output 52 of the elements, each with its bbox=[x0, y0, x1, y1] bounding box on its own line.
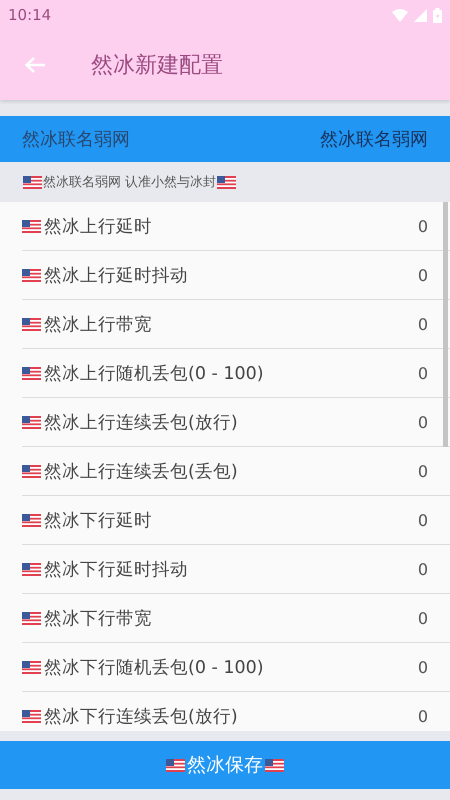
flag-icon bbox=[22, 562, 41, 576]
flag-icon bbox=[217, 176, 236, 188]
setting-label: 然冰上行连续丢包(丢包) bbox=[44, 461, 239, 483]
setting-label: 然冰上行延时抖动 bbox=[44, 265, 189, 287]
setting-row[interactable]: 然冰下行随机丢包(0 - 100) 0 bbox=[22, 643, 450, 692]
setting-row[interactable]: 然冰上行连续丢包(丢包) 0 bbox=[22, 447, 450, 496]
profile-value: 然冰联名弱网 bbox=[320, 128, 428, 151]
flag-icon bbox=[265, 758, 284, 772]
setting-label: 然冰下行延时 bbox=[44, 510, 153, 532]
setting-label: 然冰上行带宽 bbox=[44, 314, 153, 336]
setting-row[interactable]: 然冰下行延时抖动 0 bbox=[22, 545, 450, 594]
setting-value: 0 bbox=[418, 608, 428, 628]
flag-icon bbox=[23, 176, 42, 188]
setting-value: 0 bbox=[418, 266, 428, 284]
flag-icon bbox=[22, 710, 41, 722]
setting-value: 0 bbox=[418, 510, 428, 530]
flag-icon bbox=[22, 366, 41, 380]
setting-label: 然冰上行随机丢包(0 - 100) bbox=[44, 363, 265, 385]
flag-icon bbox=[22, 514, 41, 526]
setting-label: 然冰上行延时 bbox=[44, 216, 153, 238]
profile-bar[interactable]: 然冰联名弱网 然冰联名弱网 bbox=[0, 116, 450, 162]
flag-icon bbox=[22, 660, 41, 674]
battery-icon bbox=[433, 8, 442, 22]
flag-icon bbox=[22, 268, 41, 282]
setting-value: 0 bbox=[418, 560, 428, 578]
wifi-icon bbox=[392, 8, 408, 22]
setting-value: 0 bbox=[418, 462, 428, 480]
flag-icon bbox=[22, 612, 41, 624]
flag-icon bbox=[166, 758, 185, 772]
flag-icon bbox=[22, 416, 41, 428]
setting-label: 然冰下行随机丢包(0 - 100) bbox=[44, 657, 265, 679]
setting-value: 0 bbox=[418, 314, 428, 334]
setting-value: 0 bbox=[418, 658, 428, 676]
setting-row[interactable]: 然冰下行延时 0 bbox=[22, 496, 450, 545]
setting-label: 然冰上行连续丢包(放行) bbox=[44, 412, 239, 434]
setting-value: 0 bbox=[418, 412, 428, 432]
setting-value: 0 bbox=[418, 706, 428, 726]
flag-icon bbox=[22, 464, 41, 478]
setting-row[interactable]: 然冰下行带宽 0 bbox=[22, 594, 450, 643]
setting-label: 然冰下行带宽 bbox=[44, 608, 153, 630]
notice-text: 然冰联名弱网 认准小然与冰封 bbox=[43, 174, 216, 191]
flag-icon bbox=[22, 318, 41, 330]
setting-value: 0 bbox=[418, 364, 428, 382]
flag-icon bbox=[22, 220, 41, 232]
status-time: 10:14 bbox=[8, 6, 52, 24]
screen-title: 然冰新建配置 bbox=[91, 52, 223, 80]
setting-label: 然冰下行连续丢包(放行) bbox=[44, 706, 239, 728]
back-button[interactable] bbox=[24, 56, 46, 74]
profile-label: 然冰联名弱网 bbox=[22, 128, 130, 151]
setting-label: 然冰下行延时抖动 bbox=[44, 559, 189, 581]
setting-value: 0 bbox=[418, 216, 428, 236]
signal-icon bbox=[414, 8, 427, 22]
